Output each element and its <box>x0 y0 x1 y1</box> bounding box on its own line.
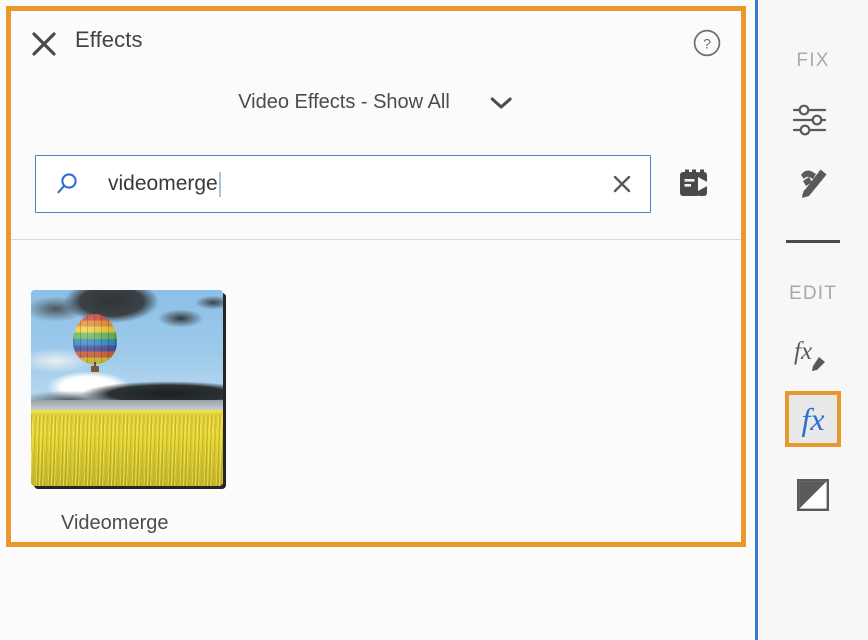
effect-presets-icon[interactable] <box>679 169 717 199</box>
svg-text:?: ? <box>703 35 711 51</box>
hot-air-balloon-icon <box>73 313 118 372</box>
list-item-label: Videomerge <box>61 512 169 534</box>
search-input-value: videomerge <box>108 172 218 195</box>
chevron-down-icon[interactable] <box>488 95 514 111</box>
sidebar-divider <box>786 240 840 243</box>
hammer-pencil-icon <box>792 163 834 210</box>
search-input-text-wrap[interactable]: videomerge <box>108 156 610 212</box>
sidebar-item-tools[interactable] <box>785 158 841 214</box>
sidebar-item-effects-edit[interactable]: fx <box>785 327 841 383</box>
effects-panel-inner: Effects ? Video Effects - Show All video… <box>11 11 741 542</box>
svg-text:fx: fx <box>794 338 812 365</box>
balloon-basket <box>91 365 100 372</box>
help-icon[interactable]: ? <box>693 29 721 57</box>
search-row: videomerge <box>11 155 741 221</box>
videomerge-thumbnail[interactable] <box>31 290 223 486</box>
fx-icon: fx <box>801 401 825 437</box>
app-root: Effects ? Video Effects - Show All video… <box>0 0 868 640</box>
thumbnail-dark-clouds-top <box>31 290 223 353</box>
transitions-icon <box>797 478 830 516</box>
search-icon <box>36 171 80 197</box>
list-item[interactable]: Videomerge <box>31 290 231 535</box>
effects-panel: Effects ? Video Effects - Show All video… <box>6 6 746 547</box>
right-sidebar: FIX EDIT fx fx <box>758 0 868 640</box>
category-row: Video Effects - Show All <box>11 89 741 131</box>
close-icon[interactable] <box>29 29 59 59</box>
panel-header: Effects ? <box>11 11 741 73</box>
thumbnail-yellow-field <box>31 415 223 486</box>
page-title: Effects <box>75 27 143 52</box>
sliders-icon <box>791 102 835 143</box>
clear-search-icon[interactable] <box>610 172 634 196</box>
sidebar-item-adjustments[interactable] <box>785 94 841 150</box>
effects-results-list: Videomerge <box>11 240 741 542</box>
category-dropdown[interactable]: Video Effects - Show All <box>234 89 518 116</box>
text-caret <box>218 171 221 197</box>
sidebar-item-effects[interactable]: fx <box>785 391 841 447</box>
fx-pencil-icon: fx <box>791 333 835 378</box>
sidebar-section-label-fix: FIX <box>796 50 830 71</box>
balloon-envelope <box>73 313 118 364</box>
sidebar-item-transitions[interactable] <box>785 469 841 525</box>
category-dropdown-label: Video Effects - Show All <box>238 91 450 113</box>
search-input[interactable]: videomerge <box>35 155 651 213</box>
sidebar-section-label-edit: EDIT <box>788 283 838 304</box>
